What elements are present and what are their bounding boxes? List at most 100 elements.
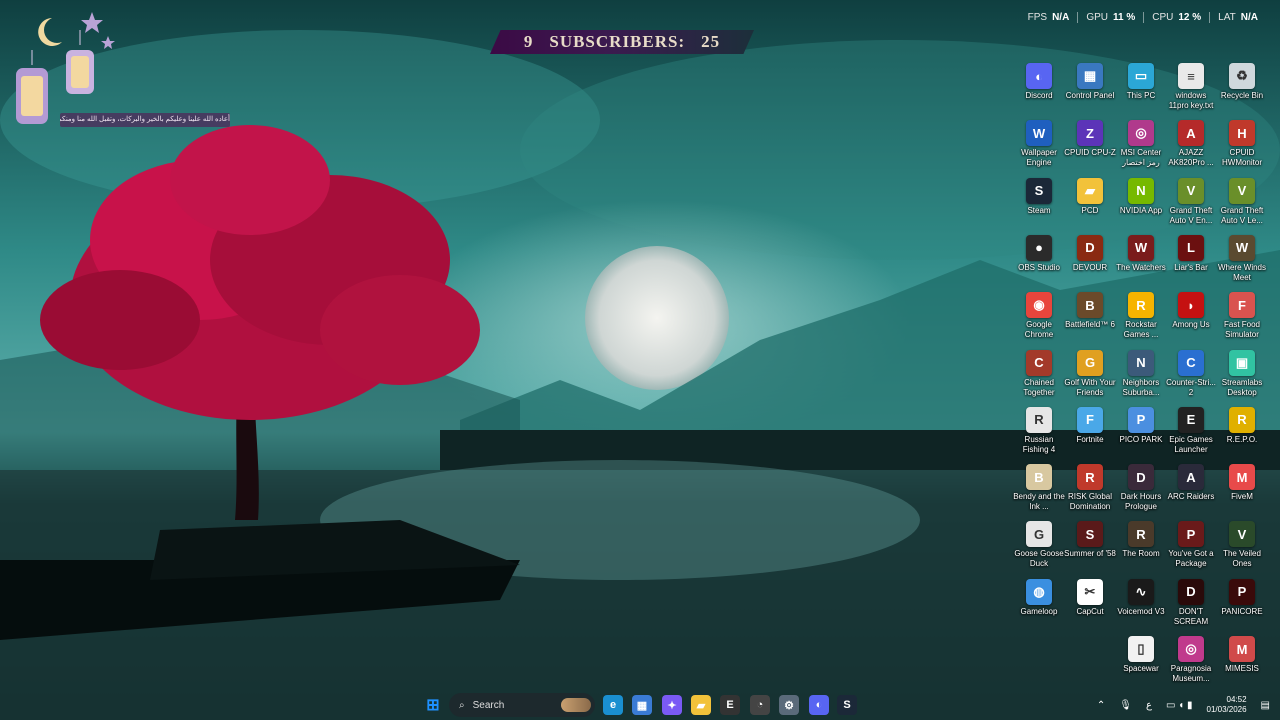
battlefield-icon: B [1077, 292, 1103, 319]
desktop-icon-wallpaper-engine[interactable]: W Wallpaper Engine [1013, 118, 1065, 168]
desktop-icon-fast-food[interactable]: F Fast Food Simulator [1216, 290, 1268, 340]
epic-games-taskbar-icon[interactable]: E [720, 695, 740, 715]
settings-icon[interactable]: ⚙ [779, 695, 799, 715]
desktop-icon-ajazz[interactable]: A AJAZZ AK820Pro ... [1165, 118, 1217, 168]
desktop-icon-label: OBS Studio [1018, 262, 1060, 272]
gta-icon: V [1178, 177, 1204, 204]
desktop-icon-voicemod[interactable]: ∿ Voicemod V3 [1115, 577, 1167, 617]
desktop-icon-nvidia[interactable]: N NVIDIA App [1115, 176, 1167, 216]
desktop-icon-repo[interactable]: R R.E.P.O. [1216, 405, 1268, 445]
desktop-icon-watchers[interactable]: W The Watchers [1115, 233, 1167, 273]
desktop-icon-russian-fishing[interactable]: R Russian Fishing 4 [1013, 405, 1065, 455]
desktop-icon-streamlabs[interactable]: ▣ Streamlabs Desktop [1216, 348, 1268, 398]
desktop-icon-panicore[interactable]: P PANICORE [1216, 577, 1268, 617]
rockstar-taskbar-icon[interactable]: ◔ [750, 695, 770, 715]
desktop-icon-label: Where Winds Meet [1217, 262, 1266, 282]
desktop-icon-label: CPUID CPU-Z [1064, 148, 1116, 158]
stat-label: CPU [1152, 12, 1174, 23]
edge-icon[interactable]: e [603, 695, 623, 715]
desktop-icon-label: MSI Center رمز اختصار [1120, 148, 1162, 168]
start-button[interactable]: ⊞ [423, 695, 443, 715]
desktop-icon-counter-strike[interactable]: C Counter-Stri... 2 [1165, 348, 1217, 398]
notification-center-icon[interactable]: ▤ [1261, 700, 1270, 711]
desktop-icon-dont-scream[interactable]: D DON'T SCREAM [1165, 577, 1217, 627]
desktop-icon-fivem[interactable]: M FiveM [1216, 462, 1268, 502]
desktop-icon-capcut[interactable]: ✂ CapCut [1064, 577, 1116, 617]
desktop-icon-summer-58[interactable]: S Summer of '58 [1064, 519, 1116, 559]
desktop-icon-spacewar[interactable]: ▯ Spacewar [1115, 634, 1167, 674]
desktop-icon-devour[interactable]: D DEVOUR [1064, 233, 1116, 273]
discord-taskbar-icon[interactable]: ◐ [809, 695, 829, 715]
desktop-icon-chrome[interactable]: ◉ Google Chrome [1013, 290, 1065, 340]
desktop-icon-obs[interactable]: ● OBS Studio [1013, 233, 1065, 273]
desktop-icon-label: PCD [1081, 205, 1099, 215]
msi-center-icon: ◎ [1128, 120, 1154, 147]
taskbar-search-box[interactable]: ⌕ Search [449, 693, 595, 717]
desktop-icon-discord[interactable]: ◐ Discord [1013, 61, 1065, 101]
steam-taskbar-icon[interactable]: S [837, 695, 857, 715]
desktop-icon-label: The Watchers [1116, 262, 1166, 272]
desktop-icon-label: Golf With Your Friends [1064, 377, 1116, 397]
desktop-icon-gameloop[interactable]: ◍ Gameloop [1013, 577, 1065, 617]
desktop-icon-label: Grand Theft Auto V En... [1169, 205, 1213, 225]
neighbors-icon: N [1128, 349, 1154, 376]
microphone-icon[interactable]: 🎙 [1119, 700, 1132, 711]
desktop-icon-pico-park[interactable]: P PICO PARK [1115, 405, 1167, 445]
clock[interactable]: 04:52 01/03/2026 [1207, 695, 1247, 715]
stat-value: N/A [1240, 12, 1258, 23]
desktop-icon-label: Rockstar Games ... [1123, 320, 1159, 340]
desktop-icon-arc-raiders[interactable]: A ARC Raiders [1165, 462, 1217, 502]
stat-label: LAT [1218, 12, 1236, 23]
desktop-icon-gta-legacy[interactable]: V Grand Theft Auto V Le... [1216, 176, 1268, 226]
desktop-icon-steam[interactable]: S Steam [1013, 176, 1065, 216]
banner-left-number: 9 [523, 32, 534, 51]
desktop-icon-neighbors[interactable]: N Neighbors Suburba... [1115, 348, 1167, 398]
pico-park-icon: P [1128, 406, 1154, 433]
desktop-icon-dark-hours[interactable]: D Dark Hours Prologue [1115, 462, 1167, 512]
stat-value: 12 % [1178, 12, 1202, 23]
recycle-bin-icon: ♻ [1229, 63, 1255, 89]
russian-fishing-icon: R [1026, 406, 1052, 433]
veiled-ones-icon: V [1229, 521, 1255, 548]
desktop-icon-among-us[interactable]: ◗ Among Us [1165, 290, 1217, 330]
desktop-icon-where-winds-meet[interactable]: W Where Winds Meet [1216, 233, 1268, 283]
copilot-icon[interactable]: ✦ [662, 695, 682, 715]
desktop-icon-the-room[interactable]: R The Room [1115, 519, 1167, 559]
desktop-icon-paragnosia[interactable]: ◎ Paragnosia Museum... [1165, 634, 1217, 684]
desktop-icon-chained-together[interactable]: C Chained Together [1013, 348, 1065, 398]
desktop-icon-epic-games[interactable]: E Epic Games Launcher [1165, 405, 1217, 455]
desktop-icon-cpuz[interactable]: Z CPUID CPU-Z [1064, 118, 1116, 158]
desktop-icon-label: Epic Games Launcher [1169, 434, 1213, 454]
desktop-icon-mimesis[interactable]: M MIMESIS [1216, 634, 1268, 674]
dont-scream-icon: D [1178, 578, 1204, 605]
desktop-icon-rockstar[interactable]: R Rockstar Games ... [1115, 290, 1167, 340]
network-volume-battery-icons[interactable]: ▭ ◖ ▮ [1166, 700, 1193, 711]
stat-label: GPU [1086, 12, 1108, 23]
desktop-icon-label: Battlefield™ 6 [1065, 320, 1115, 330]
desktop-icon-bendy[interactable]: B Bendy and the Ink ... [1013, 462, 1065, 512]
desktop-icon-goose-goose-duck[interactable]: G Goose Goose Duck [1013, 519, 1065, 569]
desktop-icon-veiled-ones[interactable]: V The Veiled Ones [1216, 519, 1268, 569]
desktop-icon-text-file[interactable]: ≡ windows 11pro key.txt [1165, 61, 1217, 111]
desktop-icon-monitor[interactable]: ▭ This PC [1115, 61, 1167, 101]
desktop-icon-recycle-bin[interactable]: ♻ Recycle Bin [1216, 61, 1268, 101]
desktop-icon-label: NVIDIA App [1119, 205, 1163, 215]
desktop-icon-control-panel[interactable]: ▦ Control Panel [1064, 61, 1116, 101]
microsoft-store-icon[interactable]: ▦ [632, 695, 652, 715]
desktop-icon-fortnite[interactable]: F Fortnite [1064, 405, 1116, 445]
wallpaper-engine-icon: W [1026, 120, 1052, 147]
desktop-icon-hwmonitor[interactable]: H CPUID HWMonitor [1216, 118, 1268, 168]
subscriber-counter-banner: 9 SUBSCRIBERS: 25 [490, 30, 754, 54]
desktop-icon-folder[interactable]: ▰ PCD [1064, 176, 1116, 216]
control-panel-icon: ▦ [1077, 63, 1103, 89]
desktop-icon-gta[interactable]: V Grand Theft Auto V En... [1165, 176, 1217, 226]
show-hidden-icons-chevron-icon[interactable]: ⌃ [1097, 700, 1105, 711]
desktop-icon-golf[interactable]: G Golf With Your Friends [1064, 348, 1116, 398]
input-language-indicator[interactable]: ع [1146, 700, 1152, 711]
file-explorer-icon[interactable]: ▰ [691, 695, 711, 715]
desktop-icon-liars-bar[interactable]: L Liar's Bar [1165, 233, 1217, 273]
desktop-icon-battlefield[interactable]: B Battlefield™ 6 [1064, 290, 1116, 330]
desktop-icon-risk[interactable]: R RISK Global Domination [1064, 462, 1116, 512]
desktop-icon-package[interactable]: P You've Got a Package [1165, 519, 1217, 569]
desktop-icon-msi-center[interactable]: ◎ MSI Center رمز اختصار [1115, 118, 1167, 168]
